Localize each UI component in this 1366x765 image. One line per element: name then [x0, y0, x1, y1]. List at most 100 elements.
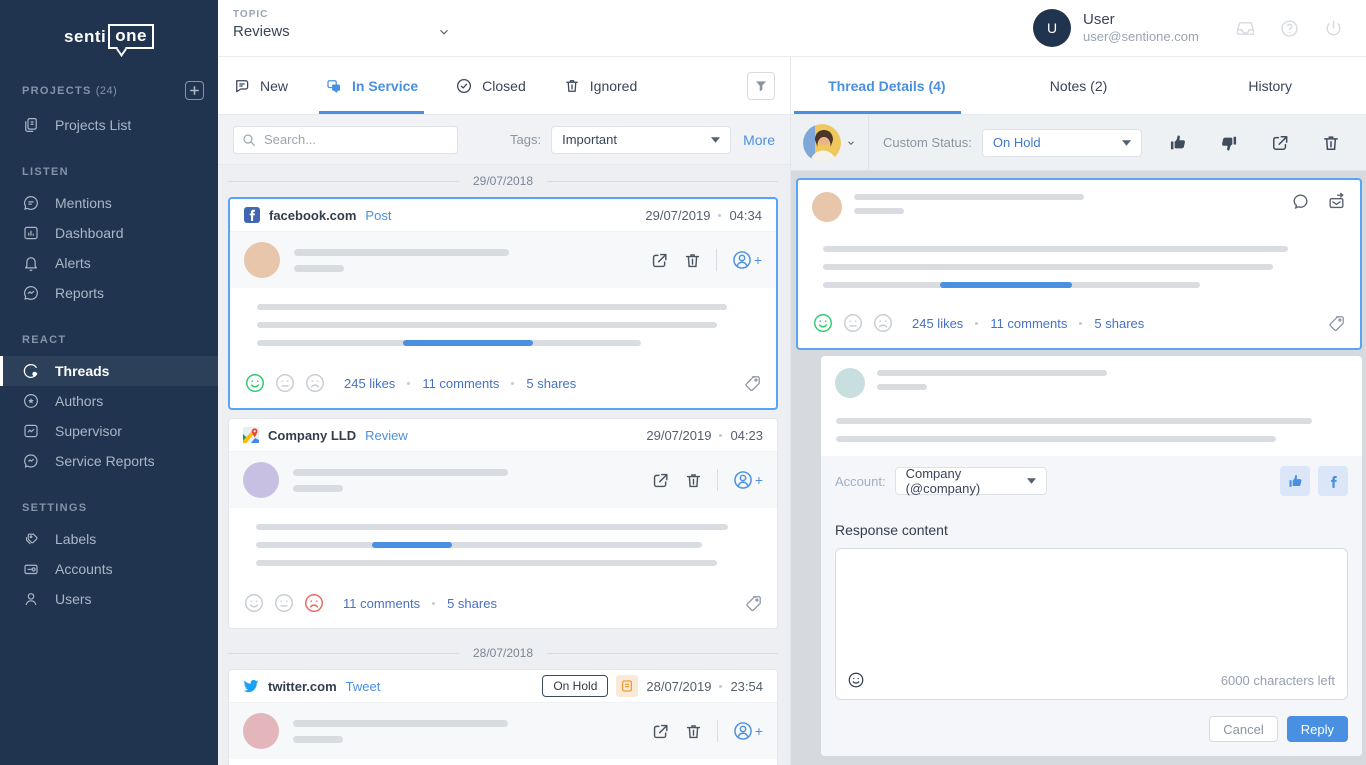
author-sub-placeholder [854, 208, 904, 214]
comment-icon[interactable] [1291, 192, 1310, 211]
tab-notes[interactable]: Notes (2) [983, 57, 1175, 114]
sidebar-item-supervisor[interactable]: Supervisor [0, 416, 218, 446]
external-link-icon[interactable] [651, 471, 670, 490]
external-link-icon[interactable] [1270, 133, 1290, 153]
note-icon[interactable] [616, 675, 638, 697]
comment-author-row [821, 356, 1362, 402]
user-avatar[interactable]: U [1033, 9, 1071, 47]
shares-count[interactable]: 5 shares [526, 376, 576, 391]
custom-status-dropdown[interactable]: On Hold [982, 129, 1142, 157]
comments-count[interactable]: 11 comments [422, 376, 499, 391]
thread-card-footer: 245 likes 11 comments 5 shares [230, 362, 776, 408]
thumbs-up-icon[interactable] [1168, 133, 1188, 153]
assign-author-icon [732, 720, 754, 742]
tag-button[interactable] [744, 594, 763, 613]
tag-button[interactable] [1327, 314, 1346, 333]
agent-selector[interactable] [791, 115, 869, 170]
sentiment-positive-icon[interactable] [244, 372, 266, 394]
shares-count[interactable]: 5 shares [1094, 316, 1144, 331]
tab-new[interactable]: New [233, 57, 288, 114]
thread-content-placeholder [229, 508, 777, 582]
thread-card-twitter[interactable]: twitter.com Tweet On Hold 28/07/2019 23:… [228, 669, 778, 765]
delete-icon[interactable] [684, 471, 703, 490]
sentiment-positive-icon[interactable] [812, 312, 834, 334]
tags-label: Tags: [510, 132, 541, 147]
react-header-label: REACT [22, 334, 66, 346]
sentiment-neutral-icon[interactable] [274, 372, 296, 394]
help-icon[interactable] [1279, 18, 1300, 39]
account-dropdown[interactable]: Company (@company) [895, 467, 1047, 495]
sidebar-item-alerts[interactable]: Alerts [0, 248, 218, 278]
thread-kind-link[interactable]: Review [365, 428, 408, 443]
sidebar-item-accounts[interactable]: Accounts [0, 554, 218, 584]
external-link-icon[interactable] [651, 722, 670, 741]
author-sub-placeholder [293, 736, 343, 743]
topic-selector[interactable]: Reviews [233, 23, 451, 40]
sidebar-item-dashboard[interactable]: Dashboard [0, 218, 218, 248]
cancel-button[interactable]: Cancel [1209, 716, 1277, 742]
search-input[interactable] [233, 126, 458, 154]
external-link-icon[interactable] [650, 251, 669, 270]
comments-count[interactable]: 11 comments [343, 596, 420, 611]
delete-icon[interactable] [683, 251, 702, 270]
tags-dropdown[interactable]: Important [551, 126, 731, 154]
reply-button[interactable]: Reply [1287, 716, 1348, 742]
inbox-icon[interactable] [1235, 18, 1256, 39]
forward-icon[interactable] [1327, 192, 1346, 211]
sentiment-neutral-icon[interactable] [842, 312, 864, 334]
sidebar-item-service-reports[interactable]: Service Reports [0, 446, 218, 476]
sidebar-item-mentions[interactable]: Mentions [0, 188, 218, 218]
react-section-header: REACT [22, 334, 204, 346]
sidebar-item-authors[interactable]: Authors [0, 386, 218, 416]
thread-card-header: Company LLD Review 29/07/2019 04:23 [229, 419, 777, 452]
facebook-channel-button[interactable] [1318, 466, 1348, 496]
sentiment-negative-icon[interactable] [303, 592, 325, 614]
sidebar-item-label: Supervisor [55, 423, 122, 439]
add-project-button[interactable] [185, 81, 204, 100]
tab-closed[interactable]: Closed [455, 57, 526, 114]
tab-in-service[interactable]: In Service [325, 57, 418, 114]
thread-author-row: + [230, 232, 776, 288]
sidebar-item-reports[interactable]: Reports [0, 278, 218, 308]
assign-author-button[interactable]: + [732, 469, 763, 491]
thread-content-placeholder [230, 288, 776, 362]
shares-count[interactable]: 5 shares [447, 596, 497, 611]
sentiment-negative-icon[interactable] [304, 372, 326, 394]
filter-row: Tags: Important More [218, 115, 790, 165]
sidebar-item-labels[interactable]: Labels [0, 524, 218, 554]
more-filters-link[interactable]: More [743, 132, 775, 148]
likes-count[interactable]: 245 likes [344, 376, 395, 391]
sentiment-neutral-icon[interactable] [273, 592, 295, 614]
thread-card-company[interactable]: Company LLD Review 29/07/2019 04:23 [228, 418, 778, 629]
like-action-button[interactable] [1280, 466, 1310, 496]
thumbs-down-icon[interactable] [1219, 133, 1239, 153]
detail-thread-card[interactable]: 245 likes 11 comments 5 shares [796, 178, 1362, 350]
filter-button[interactable] [747, 72, 775, 100]
assign-author-button[interactable]: + [731, 249, 762, 271]
sentiment-negative-icon[interactable] [872, 312, 894, 334]
delete-icon[interactable] [684, 722, 703, 741]
tab-ignored[interactable]: Ignored [563, 57, 637, 114]
sidebar-item-projects-list[interactable]: Projects List [0, 110, 218, 140]
tag-button[interactable] [743, 374, 762, 393]
power-icon[interactable] [1323, 18, 1344, 39]
likes-count[interactable]: 245 likes [912, 316, 963, 331]
sidebar-item-users[interactable]: Users [0, 584, 218, 614]
assign-author-icon [731, 249, 753, 271]
author-name-placeholder [854, 194, 1084, 200]
thread-card-facebook[interactable]: facebook.com Post 29/07/2019 04:34 [228, 197, 778, 410]
sentiment-positive-icon[interactable] [243, 592, 265, 614]
thread-list-column: New In Service Closed Ignored [218, 57, 790, 765]
response-textarea[interactable] [836, 549, 1347, 661]
emoji-icon[interactable] [847, 671, 865, 689]
chevron-down-icon [846, 138, 856, 148]
thread-kind-link[interactable]: Tweet [346, 679, 381, 694]
comments-count[interactable]: 11 comments [990, 316, 1067, 331]
assign-author-button[interactable]: + [732, 720, 763, 742]
tab-thread-details[interactable]: Thread Details (4) [791, 57, 983, 114]
delete-icon[interactable] [1321, 133, 1341, 153]
sidebar-item-threads[interactable]: Threads [0, 356, 218, 386]
thread-kind-link[interactable]: Post [365, 208, 391, 223]
dot-separator [1079, 322, 1082, 325]
tab-history[interactable]: History [1174, 57, 1366, 114]
